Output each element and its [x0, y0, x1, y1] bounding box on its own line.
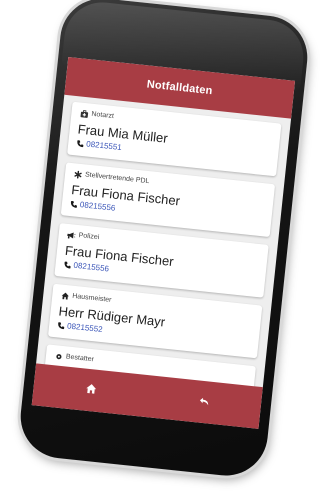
home-button[interactable]: [74, 374, 107, 407]
phone-icon: [63, 260, 72, 269]
page-title: Notfalldaten: [146, 78, 213, 97]
home-icon: [84, 381, 97, 400]
settings-icon: [54, 351, 64, 361]
card-role-label: Polizei: [78, 232, 99, 241]
back-button[interactable]: [187, 386, 220, 419]
phone-device: Notfalldaten Notarzt Frau Mia Müller 082…: [17, 0, 312, 480]
phone-icon: [57, 321, 66, 330]
phone-number: 08215556: [79, 200, 115, 213]
card-role-label: Bestatter: [66, 353, 95, 363]
card-role-label: Stellvertretende PDL: [85, 171, 150, 185]
asterisk-icon: [73, 169, 83, 179]
phone-icon: [70, 200, 79, 209]
app-screen: Notfalldaten Notarzt Frau Mia Müller 082…: [32, 57, 295, 429]
phone-icon: [76, 139, 85, 148]
phone-number: 08215551: [86, 139, 122, 152]
back-arrow-icon: [198, 393, 211, 412]
megaphone-icon: [66, 230, 76, 240]
phone-number: 08215556: [73, 261, 109, 274]
phone-number: 08215552: [67, 321, 103, 334]
card-role-label: Notarzt: [91, 111, 114, 120]
card-role-label: Hausmeister: [72, 293, 112, 304]
house-icon: [60, 291, 70, 301]
medical-case-icon: [79, 109, 89, 119]
